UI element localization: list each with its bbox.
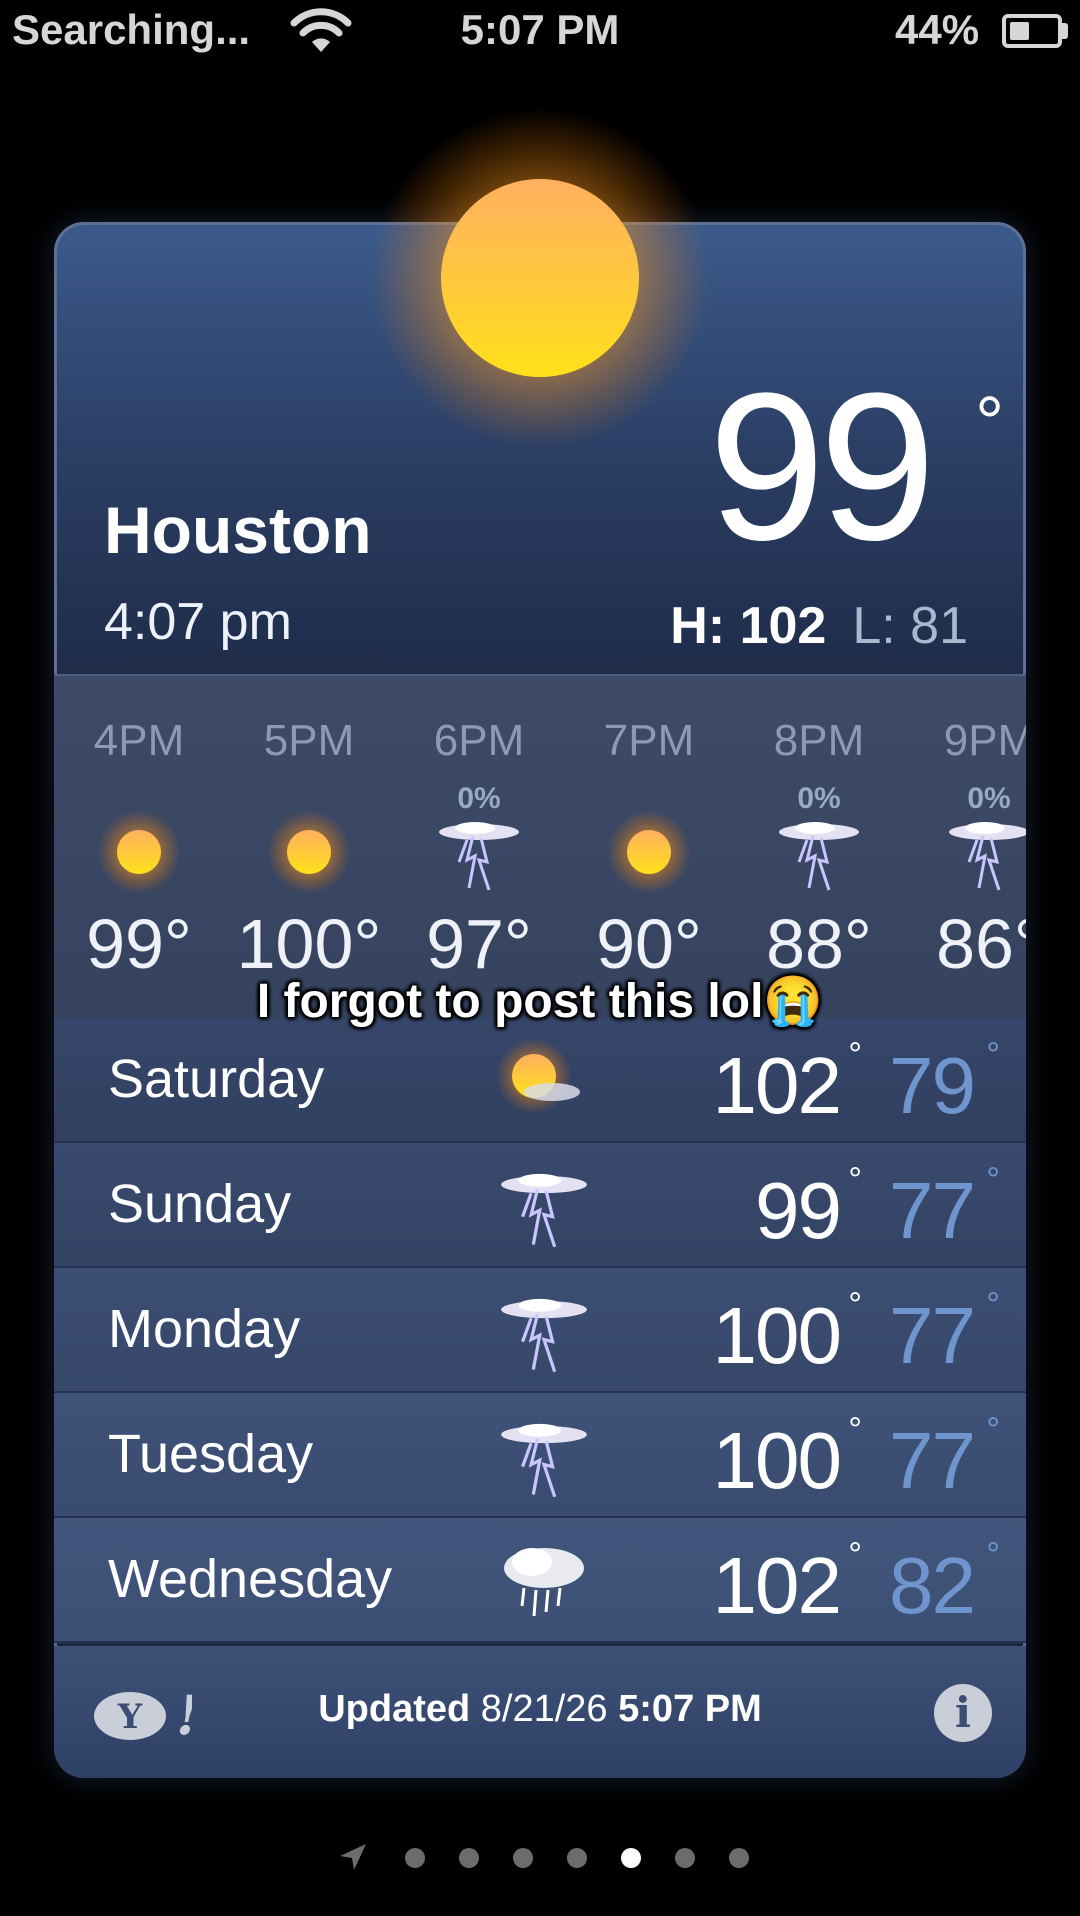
page-indicator[interactable] <box>0 1838 1080 1878</box>
degree-symbol: ° <box>848 1286 862 1324</box>
thunderstorm-icon <box>494 1286 594 1376</box>
current-temperature-degree: ° <box>975 383 1004 463</box>
day-low: 77 <box>889 1416 976 1505</box>
hourly-forecast[interactable]: 4PM 99° 5PM 100° 6PM 0% 97° 7PM 90° 8PM … <box>54 676 1026 1018</box>
hour-time: 9PM <box>943 716 1026 765</box>
hour-time: 7PM <box>603 716 695 765</box>
daily-row: Sunday 99 ° 77 ° <box>54 1143 1026 1268</box>
degree-symbol: ° <box>848 1411 862 1449</box>
hour-time: 5PM <box>263 716 355 765</box>
day-high: 102 <box>712 1041 842 1130</box>
high-low: H: 102 L: 81 <box>670 596 968 656</box>
row-divider <box>54 1641 1026 1643</box>
day-name: Wednesday <box>108 1549 393 1609</box>
degree-symbol: ° <box>986 1036 1000 1074</box>
thunderstorm-icon <box>947 810 1026 894</box>
daily-row: Wednesday 102 ° 82 ° <box>54 1518 1026 1643</box>
day-high: 100 <box>712 1416 842 1505</box>
hour-time: 4PM <box>93 716 185 765</box>
day-name: Monday <box>108 1299 301 1359</box>
partly-cloudy-icon <box>494 1036 594 1126</box>
sun-icon <box>370 108 710 448</box>
hour-time: 6PM <box>433 716 525 765</box>
day-high: 100 <box>712 1291 842 1380</box>
day-low: 77 <box>889 1166 976 1255</box>
sun-icon <box>267 810 351 894</box>
day-high: 99 <box>755 1166 842 1255</box>
info-button[interactable]: i <box>934 1684 992 1742</box>
degree-symbol: ° <box>986 1411 1000 1449</box>
battery-tip <box>1062 23 1068 39</box>
card-footer: Y ! Updated 8/21/26 5:07 PM i <box>54 1646 1026 1778</box>
battery-percent: 44% <box>895 6 980 53</box>
degree-symbol: ° <box>986 1536 1000 1574</box>
thunderstorm-icon <box>494 1411 594 1501</box>
status-bar: Searching... 5:07 PM 44% <box>0 0 1080 64</box>
updated-time: 5:07 PM <box>618 1688 762 1730</box>
page-dot[interactable] <box>405 1848 425 1868</box>
updated-date: 8/21/26 <box>480 1688 608 1730</box>
degree-symbol: ° <box>986 1286 1000 1324</box>
page-dot[interactable] <box>567 1848 587 1868</box>
hour-item: 6PM 0% 97° <box>394 676 564 1018</box>
sun-icon <box>97 810 181 894</box>
rain-cloud-icon <box>494 1536 594 1626</box>
caption-overlay: I forgot to post this lol😭 <box>256 975 824 1028</box>
day-low: 77 <box>889 1291 976 1380</box>
degree-symbol: ° <box>848 1036 862 1074</box>
day-low: 79 <box>889 1041 976 1130</box>
day-high: 102 <box>712 1541 842 1630</box>
current-temperature: 99 <box>708 349 936 584</box>
thunderstorm-icon <box>494 1161 594 1251</box>
location-arrow-icon[interactable] <box>338 1842 368 1872</box>
degree-symbol: ° <box>848 1536 862 1574</box>
page-dot[interactable] <box>513 1848 533 1868</box>
day-low: 82 <box>889 1541 976 1630</box>
day-name: Tuesday <box>108 1424 314 1484</box>
city-name: Houston <box>104 493 372 567</box>
day-name: Saturday <box>108 1049 325 1109</box>
sun-icon <box>607 810 691 894</box>
daily-row: Saturday 102 ° 79 ° <box>54 1018 1026 1143</box>
hour-item: 7PM 90° <box>564 676 734 1018</box>
degree-symbol: ° <box>848 1161 862 1199</box>
low-temp: L: 81 <box>852 597 968 655</box>
local-time: 4:07 pm <box>104 593 292 651</box>
hour-item: 4PM 99° <box>54 676 224 1018</box>
updated-label: Updated <box>318 1688 471 1730</box>
page-dot[interactable] <box>459 1848 479 1868</box>
updated-timestamp: Updated 8/21/26 5:07 PM <box>54 1688 1026 1731</box>
thunderstorm-icon <box>777 810 861 894</box>
day-name: Sunday <box>108 1174 292 1234</box>
battery-icon <box>1002 14 1062 48</box>
hour-item: 5PM 100° <box>224 676 394 1018</box>
hour-time: 8PM <box>773 716 865 765</box>
daily-row: Monday 100 ° 77 ° <box>54 1268 1026 1393</box>
thunderstorm-icon <box>437 810 521 894</box>
battery-fill <box>1010 22 1029 40</box>
page-dot[interactable] <box>675 1848 695 1868</box>
daily-row: Tuesday 100 ° 77 ° <box>54 1393 1026 1518</box>
page-dot[interactable] <box>729 1848 749 1868</box>
degree-symbol: ° <box>986 1161 1000 1199</box>
high-temp: H: 102 <box>670 597 827 655</box>
hour-item: 8PM 0% 88° <box>734 676 904 1018</box>
hour-item: 9PM 0% 86° <box>904 676 1026 1018</box>
page-dot[interactable] <box>621 1848 641 1868</box>
